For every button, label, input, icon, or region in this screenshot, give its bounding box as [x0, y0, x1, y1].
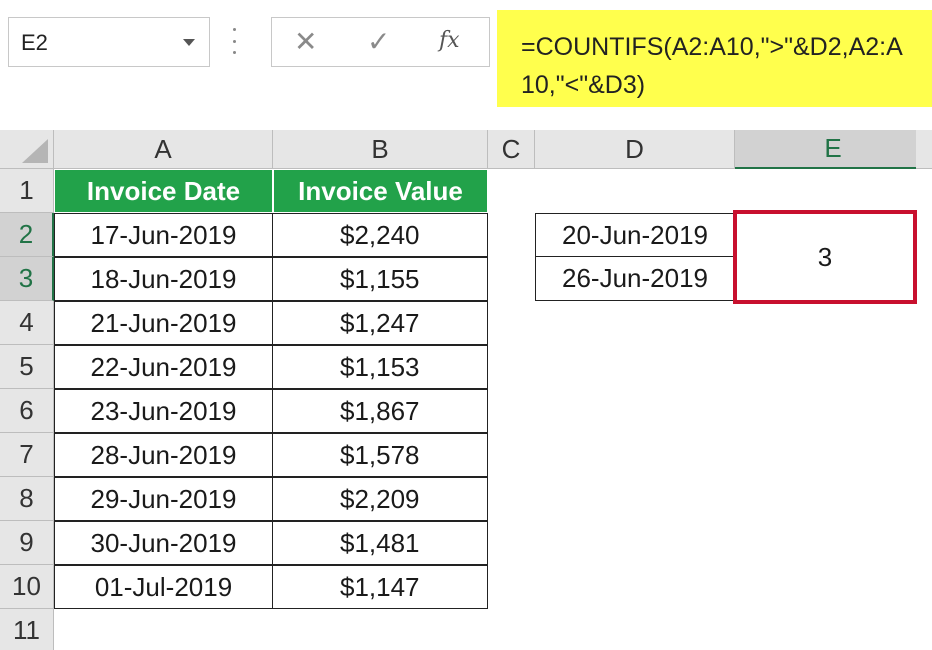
row-header-4[interactable]: 4 — [0, 301, 54, 345]
column-header-d[interactable]: D — [535, 130, 735, 169]
formula-bar-area: E2 ✕ ✓ fx =COUNTIFS(A2:A10,">"&D2,A2:A10… — [0, 0, 932, 130]
formula-input[interactable]: =COUNTIFS(A2:A10,">"&D2,A2:A10,"<"&D3) — [497, 10, 932, 107]
select-all-button[interactable] — [0, 130, 54, 169]
spreadsheet-grid: A B C D E 1 2 3 4 5 6 7 8 9 10 11 Invoice Date Invoice Va… — [0, 130, 932, 650]
cancel-icon[interactable]: ✕ — [294, 26, 317, 58]
row-header-11[interactable]: 11 — [0, 609, 54, 650]
cell-invoice-date[interactable]: 21-Jun-2019 — [54, 301, 273, 345]
cell-d2-start-date[interactable]: 20-Jun-2019 — [535, 213, 735, 257]
column-header-filler — [916, 130, 932, 169]
cell-invoice-value[interactable]: $1,153 — [271, 345, 488, 389]
row-header-5[interactable]: 5 — [0, 345, 54, 389]
cell-invoice-value[interactable]: $1,578 — [271, 433, 488, 477]
check-icon[interactable]: ✓ — [367, 26, 390, 58]
row-header-6[interactable]: 6 — [0, 389, 54, 433]
name-box[interactable]: E2 — [8, 17, 210, 67]
row-header-9[interactable]: 9 — [0, 521, 54, 565]
cell-invoice-date[interactable]: 28-Jun-2019 — [54, 433, 273, 477]
cell-e2-result[interactable]: 3 — [733, 210, 917, 304]
column-header-a[interactable]: A — [54, 130, 273, 169]
cell-invoice-date[interactable]: 29-Jun-2019 — [54, 477, 273, 521]
header-invoice-date[interactable]: Invoice Date — [54, 169, 273, 213]
header-invoice-value[interactable]: Invoice Value — [273, 169, 488, 213]
cell-invoice-date[interactable]: 23-Jun-2019 — [54, 389, 273, 433]
cell-invoice-date[interactable]: 17-Jun-2019 — [54, 213, 273, 257]
cell-d3-end-date[interactable]: 26-Jun-2019 — [535, 255, 735, 301]
cell-invoice-value[interactable]: $2,209 — [271, 477, 488, 521]
row-header-3[interactable]: 3 — [0, 257, 54, 301]
chevron-down-icon[interactable] — [183, 39, 195, 46]
cell-invoice-value[interactable]: $1,247 — [271, 301, 488, 345]
column-header-c[interactable]: C — [488, 130, 535, 169]
row-header-10[interactable]: 10 — [0, 565, 54, 609]
cell-invoice-date[interactable]: 30-Jun-2019 — [54, 521, 273, 565]
select-all-icon — [22, 139, 48, 163]
cell-invoice-value[interactable]: $1,481 — [271, 521, 488, 565]
formula-text: =COUNTIFS(A2:A10,">"&D2,A2:A10,"<"&D3) — [521, 33, 903, 99]
row-header-2[interactable]: 2 — [0, 213, 54, 257]
name-box-value: E2 — [21, 30, 48, 55]
cell-invoice-value[interactable]: $1,867 — [271, 389, 488, 433]
column-header-b[interactable]: B — [273, 130, 488, 169]
row-header-7[interactable]: 7 — [0, 433, 54, 477]
cell-invoice-date[interactable]: 18-Jun-2019 — [54, 257, 273, 301]
cell-invoice-value[interactable]: $2,240 — [271, 213, 488, 257]
insert-function-icon[interactable]: fx — [439, 28, 460, 53]
column-header-e[interactable]: E — [735, 130, 932, 169]
cell-invoice-value[interactable]: $1,155 — [271, 257, 488, 301]
cell-invoice-date[interactable]: 01-Jul-2019 — [54, 565, 273, 609]
cell-invoice-value[interactable]: $1,147 — [271, 565, 488, 609]
row-header-8[interactable]: 8 — [0, 477, 54, 521]
more-options-icon[interactable] — [232, 28, 236, 54]
formula-buttons: ✕ ✓ fx — [271, 17, 490, 67]
cell-invoice-date[interactable]: 22-Jun-2019 — [54, 345, 273, 389]
row-header-1[interactable]: 1 — [0, 169, 54, 213]
